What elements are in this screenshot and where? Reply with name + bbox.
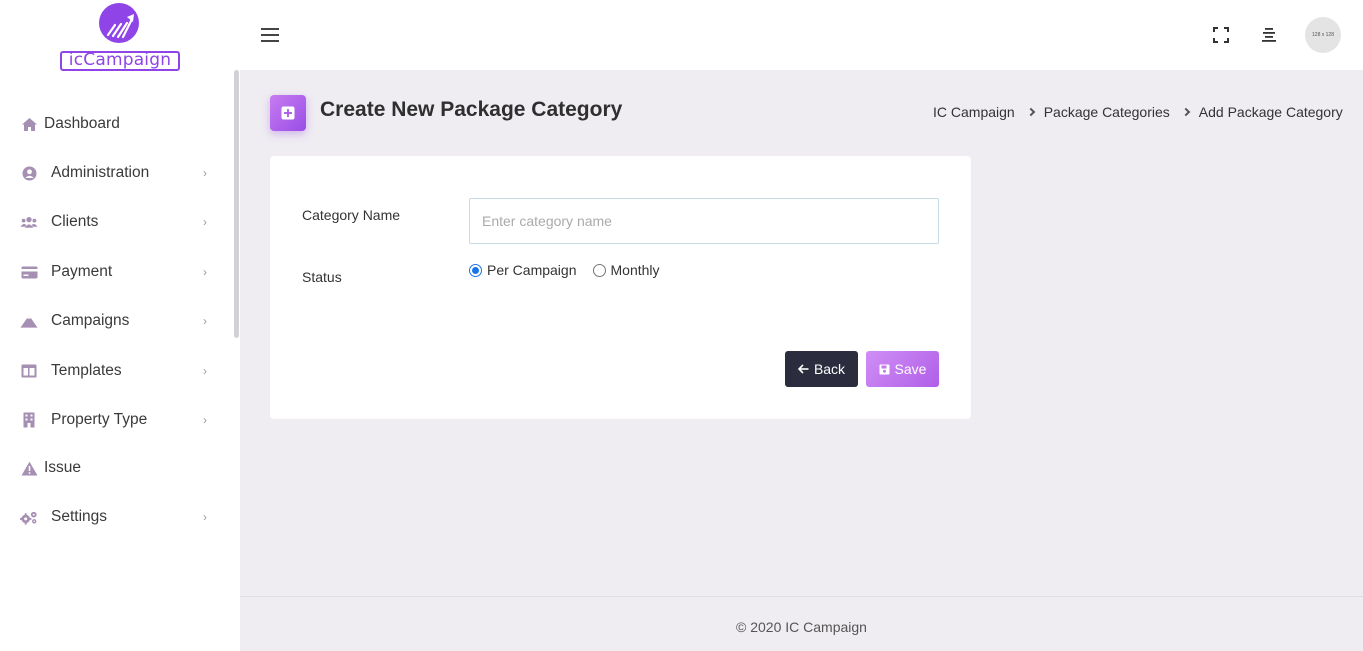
status-radio-monthly[interactable] [592, 263, 606, 277]
sidebar-item-label: Administration [51, 164, 150, 181]
chevron-right-icon: › [203, 265, 207, 279]
sidebar-item-campaigns[interactable]: Campaigns › [0, 301, 234, 341]
sidebar-item-administration[interactable]: Administration › [0, 153, 234, 193]
chevron-right-icon [1181, 107, 1191, 117]
menu-toggle-icon[interactable] [261, 28, 279, 42]
warning-icon [20, 459, 38, 477]
logo-mark-icon [99, 3, 139, 43]
save-button[interactable]: Save [866, 351, 939, 387]
breadcrumb-item-home[interactable]: IC Campaign [933, 104, 1015, 120]
sidebar-item-settings[interactable]: Settings › [0, 497, 234, 537]
status-radio-per-campaign[interactable] [469, 263, 482, 277]
page-title: Create New Package Category [320, 98, 623, 121]
sidebar-item-templates[interactable]: Templates › [0, 351, 234, 391]
avatar[interactable]: 128 x 128 [1305, 17, 1341, 53]
fullscreen-icon[interactable] [1213, 27, 1229, 43]
status-radio-group: Per Campaign Monthly [469, 262, 676, 278]
back-button-label: Back [813, 361, 846, 377]
status-option-label[interactable]: Per Campaign [487, 262, 577, 278]
breadcrumb: IC Campaign Package Categories Add Packa… [933, 104, 1343, 120]
save-button-label: Save [894, 361, 927, 377]
sidebar-item-label: Campaigns [51, 312, 130, 329]
sidebar-item-label: Property Type [51, 411, 148, 428]
home-icon [20, 115, 38, 133]
status-label: Status [302, 269, 342, 285]
sidebar-item-property-type[interactable]: Property Type › [0, 400, 234, 440]
credit-card-icon [20, 263, 38, 281]
footer: © 2020 IC Campaign [240, 596, 1363, 651]
save-icon [879, 364, 890, 375]
status-option-label[interactable]: Monthly [611, 262, 660, 278]
sidebar-item-label: Payment [51, 263, 113, 280]
chevron-right-icon: › [203, 314, 207, 328]
breadcrumb-item-package-categories[interactable]: Package Categories [1044, 104, 1170, 120]
sidebar: icCampaign Dashboard Administration › Cl… [0, 0, 240, 651]
top-bar: 128 x 128 [240, 0, 1363, 70]
mountain-icon [20, 312, 38, 330]
back-button[interactable]: Back [785, 351, 858, 387]
gears-icon [20, 508, 38, 526]
chevron-right-icon: › [203, 510, 207, 524]
user-circle-icon [20, 164, 38, 182]
sidebar-item-issue[interactable]: Issue [0, 448, 234, 488]
category-name-input[interactable] [469, 198, 939, 244]
app-logo[interactable]: icCampaign [58, 2, 182, 72]
sidebar-item-label: Issue [44, 459, 82, 476]
chevron-right-icon [1026, 107, 1035, 117]
logo-text: icCampaign [60, 51, 180, 71]
sidebar-item-label: Clients [51, 213, 99, 230]
chevron-right-icon: › [203, 413, 207, 427]
breadcrumb-item-current: Add Package Category [1198, 104, 1343, 120]
align-center-icon[interactable] [1261, 27, 1277, 43]
footer-copyright: © 2020 IC Campaign [736, 619, 867, 635]
form-card: Category Name Status Per Campaign Monthl… [270, 156, 971, 419]
building-icon [20, 411, 38, 429]
sidebar-item-label: Settings [51, 508, 108, 525]
users-icon [20, 213, 38, 231]
chevron-right-icon: › [203, 166, 207, 180]
sidebar-item-dashboard[interactable]: Dashboard [0, 104, 234, 144]
sidebar-item-clients[interactable]: Clients › [0, 202, 234, 242]
sidebar-item-label: Dashboard [44, 115, 120, 132]
chevron-right-icon: › [203, 364, 207, 378]
add-square-icon [270, 95, 306, 131]
chevron-right-icon: › [203, 215, 207, 229]
category-name-label: Category Name [302, 207, 401, 223]
sidebar-item-payment[interactable]: Payment › [0, 252, 234, 292]
layout-icon [20, 362, 38, 380]
sidebar-item-label: Templates [51, 362, 122, 379]
arrow-left-icon [797, 364, 809, 374]
sidebar-scrollbar[interactable] [234, 70, 239, 338]
